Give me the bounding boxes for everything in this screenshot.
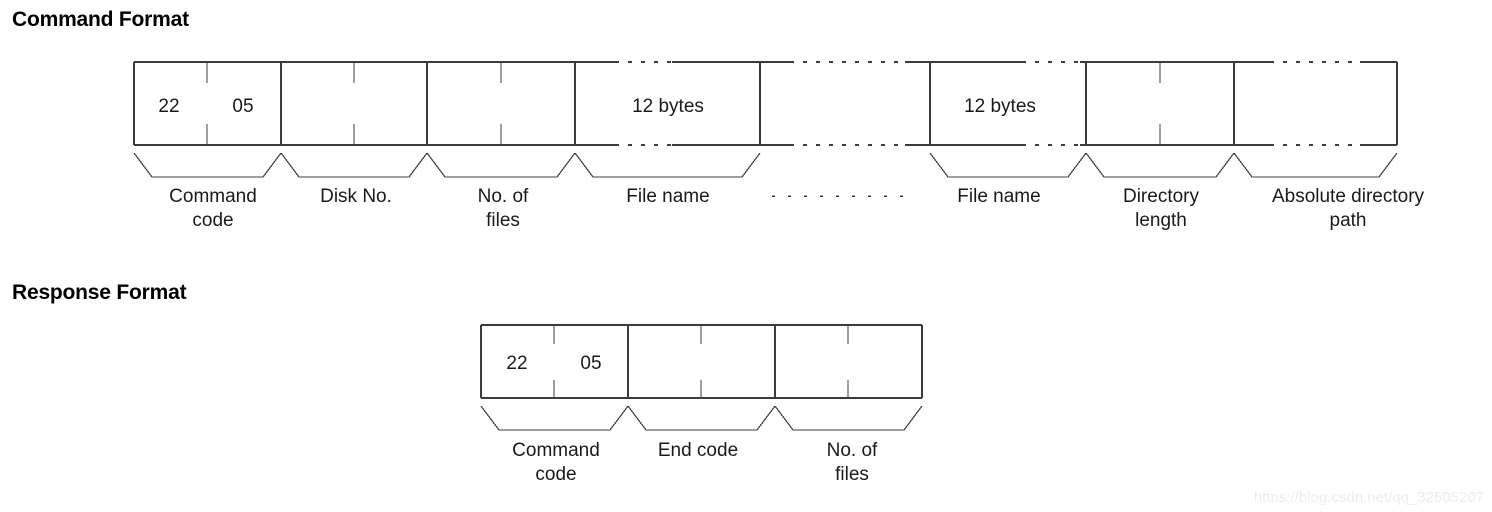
brace-resp-no-of-files — [774, 405, 923, 431]
cmd-label-directory-length-line2: length — [1135, 210, 1187, 231]
resp-value-command-code-hi: 22 — [506, 353, 527, 374]
cmd-label-command-code-line1: Command — [169, 186, 257, 207]
brace-resp-end-code — [627, 405, 776, 431]
source-watermark: https://blog.csdn.net/qq_32505207 — [1253, 489, 1484, 506]
cmd-label-command-code-line2: code — [192, 210, 233, 231]
resp-label-no-of-files-line2: files — [835, 464, 869, 485]
resp-label-command-code-line1: Command — [512, 440, 600, 461]
brace-disk-no — [280, 152, 428, 178]
brace-resp-command-code — [480, 405, 629, 431]
cmd-label-disk-no: Disk No. — [320, 186, 392, 207]
resp-label-command-code-line2: code — [535, 464, 576, 485]
cmd-label-no-of-files-line2: files — [486, 210, 520, 231]
cmd-value-command-code-lo: 05 — [232, 96, 253, 117]
protocol-format-diagram: 22 05 12 bytes 12 bytes Command code Dis… — [133, 61, 1425, 485]
cmd-note-filename2-bytes: 12 bytes — [964, 96, 1036, 117]
brace-file-name-1 — [574, 152, 761, 178]
resp-value-command-code-lo: 05 — [580, 353, 601, 374]
cmd-label-absolute-path-line1: Absolute directory — [1272, 186, 1425, 207]
cmd-value-command-code-hi: 22 — [158, 96, 179, 117]
brace-command-code — [133, 152, 282, 178]
cmd-note-filename1-bytes: 12 bytes — [632, 96, 704, 117]
cmd-label-directory-length-line1: Directory — [1123, 186, 1200, 207]
cmd-label-absolute-path-line2: path — [1330, 210, 1367, 231]
brace-directory-length — [1085, 152, 1235, 178]
cmd-label-file-name-2: File name — [957, 186, 1040, 207]
brace-absolute-path — [1233, 152, 1398, 178]
resp-label-end-code: End code — [658, 440, 738, 461]
brace-no-of-files — [426, 152, 576, 178]
response-brace-group — [480, 405, 923, 431]
resp-label-no-of-files-line1: No. of — [827, 440, 878, 461]
cmd-label-no-of-files-line1: No. of — [478, 186, 529, 207]
response-format-frame — [480, 324, 923, 399]
brace-file-name-2 — [929, 152, 1087, 178]
cmd-label-file-name-1: File name — [626, 186, 709, 207]
command-brace-group — [133, 152, 1398, 178]
command-format-frame — [133, 61, 1398, 146]
